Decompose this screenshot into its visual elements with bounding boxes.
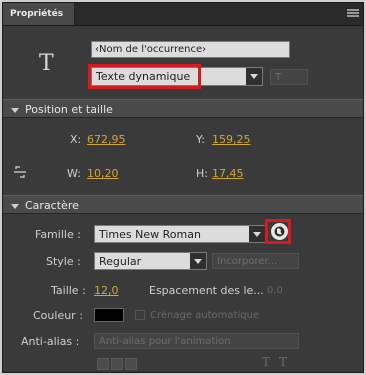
text-type-highlight [88,64,201,89]
collapse-triangle-icon [11,107,19,113]
selectable-text-icon[interactable] [97,358,109,370]
subscript-icon[interactable]: T [279,355,287,369]
antialias-label: Anti-alias : [21,335,80,348]
globe-icon[interactable] [271,223,288,240]
w-value[interactable]: 10,20 [87,167,119,180]
y-label: Y: [196,133,205,146]
instance-name-input[interactable]: ‹Nom de l'occurrence› [91,41,290,58]
chevron-down-icon [190,253,206,269]
section-position-label: Position et taille [25,103,113,116]
x-value[interactable]: 672,95 [87,133,126,146]
style-label: Style : [46,255,81,268]
font-style-dropdown[interactable]: Regular [94,252,207,270]
render-html-icon[interactable] [111,358,123,370]
antialias-dropdown[interactable]: Anti-alias pour l'animation [94,333,299,349]
link-icon[interactable] [13,165,27,179]
size-label: Taille : [51,284,86,297]
autokern-label: Crénage automatique [150,310,260,321]
size-value[interactable]: 12,0 [94,284,119,297]
properties-panel: Propriétés T ‹Nom de l'occurrence› Texte… [2,2,364,373]
letter-spacing-label: Espacement des le... [149,284,264,297]
embed-button[interactable]: Incorporer... [212,253,299,269]
show-border-icon[interactable] [125,358,137,370]
panel-menu-icon[interactable] [347,8,359,20]
section-character-label: Caractère [25,199,79,212]
chevron-down-icon [246,68,262,85]
x-label: X: [70,133,82,146]
section-position-size[interactable]: Position et taille [3,99,363,118]
superscript-icon[interactable]: T [262,355,270,369]
letter-spacing-value[interactable]: 0,0 [267,285,283,296]
color-label: Couleur : [33,309,83,322]
h-value[interactable]: 17,45 [212,167,244,180]
tab-properties[interactable]: Propriétés [3,3,75,25]
collapse-triangle-icon [11,203,19,209]
chevron-down-icon [249,226,265,242]
family-label: Famille : [35,228,81,241]
text-color-swatch[interactable] [94,308,124,322]
font-family-dropdown[interactable]: Times New Roman [94,225,266,243]
autokern-checkbox[interactable] [135,310,145,320]
text-tool-icon: T [39,51,54,76]
y-value[interactable]: 159,25 [212,133,251,146]
font-family-value: Times New Roman [99,228,201,241]
panel-tabbar: Propriétés [3,3,363,26]
h-label: H: [196,167,208,180]
font-style-value: Regular [99,255,142,268]
section-character[interactable]: Caractère [3,195,363,214]
text-orientation-dropdown[interactable]: T [270,69,308,85]
w-label: W: [67,167,81,180]
